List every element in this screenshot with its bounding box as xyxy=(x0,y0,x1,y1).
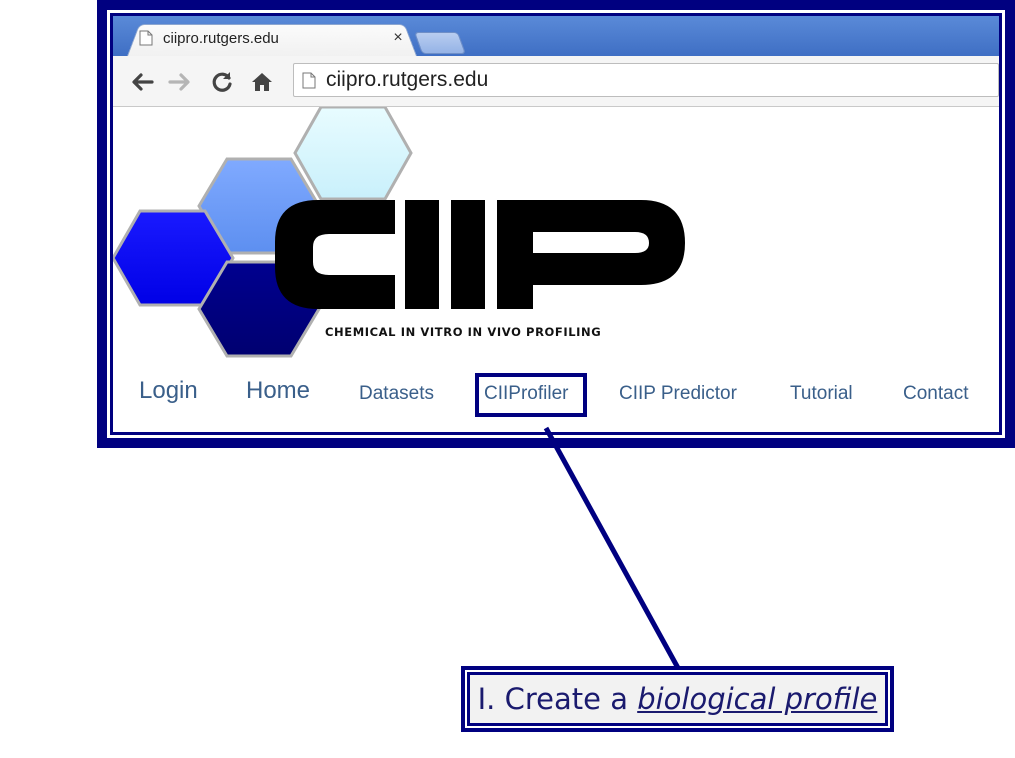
tab-title: ciipro.rutgers.edu xyxy=(163,29,279,47)
nav-contact[interactable]: Contact xyxy=(903,383,968,405)
address-bar[interactable]: ciipro.rutgers.edu xyxy=(293,63,999,97)
ciip-wordmark xyxy=(275,200,685,309)
callout-box: I. Create a biological profile xyxy=(461,666,894,732)
nav-ciip-predictor[interactable]: CIIP Predictor xyxy=(619,383,737,405)
ciiprofiler-highlight-box xyxy=(475,373,587,417)
nav-home[interactable]: Home xyxy=(246,377,310,405)
ciip-logo: CHEMICAL IN VITRO IN VIVO PROFILING xyxy=(113,107,685,358)
page-icon xyxy=(139,30,153,46)
nav-tutorial[interactable]: Tutorial xyxy=(790,383,853,405)
reload-icon[interactable] xyxy=(209,69,235,95)
page-content: CHEMICAL IN VITRO IN VIVO PROFILING Logi… xyxy=(113,107,999,432)
tab-close-icon[interactable]: × xyxy=(387,29,409,47)
screenshot-frame: ciipro.rutgers.edu × ciipro.rutgers.edu … xyxy=(97,0,1015,448)
home-icon[interactable] xyxy=(249,69,275,95)
tab-strip: ciipro.rutgers.edu × xyxy=(113,16,999,56)
new-tab-icon[interactable] xyxy=(413,32,467,54)
browser-window: ciipro.rutgers.edu × ciipro.rutgers.edu … xyxy=(113,16,999,432)
nav-datasets[interactable]: Datasets xyxy=(359,383,434,405)
url-text: ciipro.rutgers.edu xyxy=(326,68,489,91)
slide: ciipro.rutgers.edu × ciipro.rutgers.edu … xyxy=(0,0,1015,758)
nav-login[interactable]: Login xyxy=(139,377,198,405)
callout-text: I. Create a biological profile xyxy=(470,675,885,723)
callout-prefix: I. Create a xyxy=(477,682,638,716)
forward-arrow-icon[interactable] xyxy=(167,69,193,95)
logo-tagline: CHEMICAL IN VITRO IN VIVO PROFILING xyxy=(325,325,601,339)
back-arrow-icon[interactable] xyxy=(129,69,155,95)
callout-emphasis: biological profile xyxy=(637,682,878,716)
browser-toolbar: ciipro.rutgers.edu xyxy=(113,56,999,107)
page-icon xyxy=(302,72,316,89)
hexagon-light xyxy=(293,107,413,201)
